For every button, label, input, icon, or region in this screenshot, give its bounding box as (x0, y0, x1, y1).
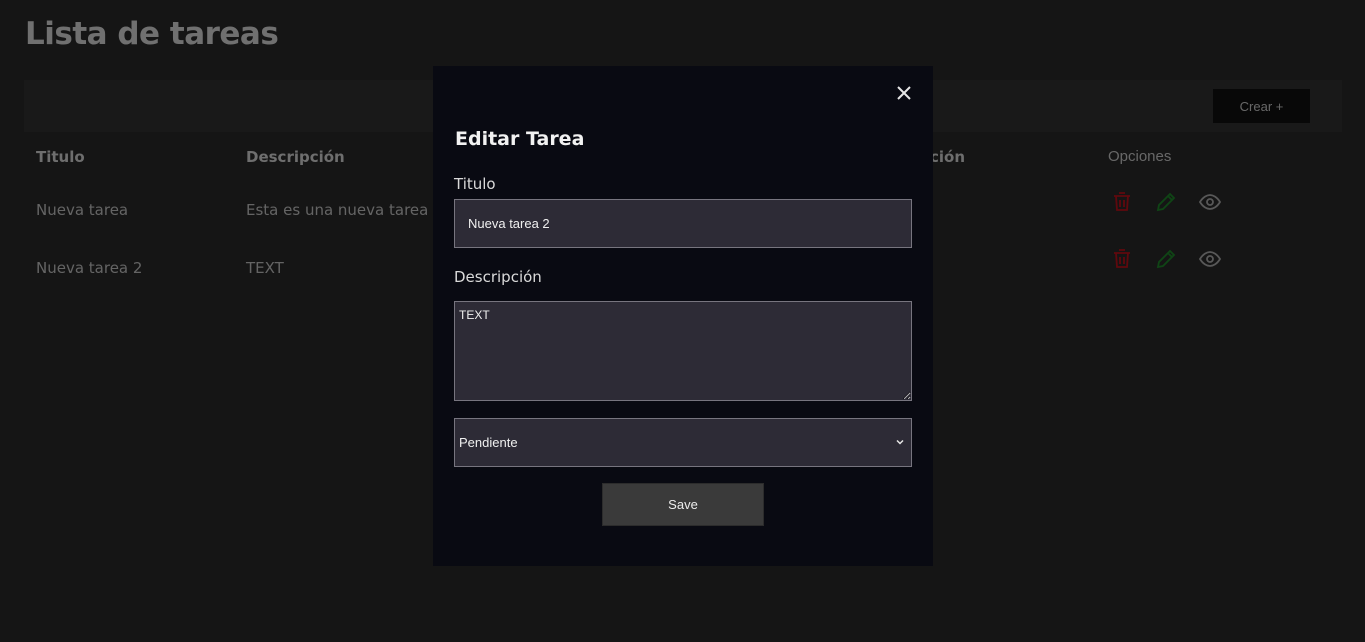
chevron-down-icon (896, 439, 904, 445)
status-select[interactable]: Pendiente (454, 418, 912, 467)
titulo-input[interactable] (454, 199, 912, 248)
descripcion-label: Descripción (454, 268, 542, 286)
close-icon[interactable] (893, 82, 915, 104)
modal-title: Editar Tarea (455, 128, 585, 150)
titulo-label: Titulo (454, 175, 496, 193)
descripcion-textarea[interactable]: TEXT (454, 301, 912, 401)
status-select-value: Pendiente (459, 435, 518, 450)
save-button[interactable]: Save (602, 483, 764, 526)
